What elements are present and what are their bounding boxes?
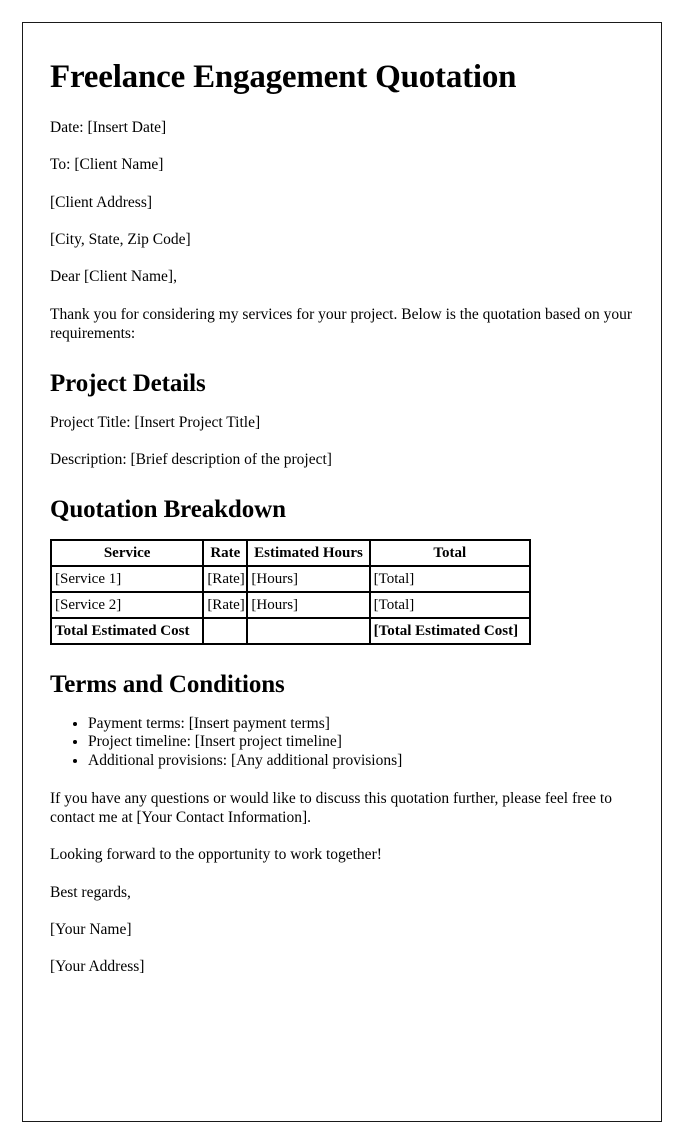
cell-total: [Total]	[369, 566, 530, 593]
section-heading-quotation-breakdown: Quotation Breakdown	[50, 495, 286, 523]
looking-forward-paragraph: Looking forward to the opportunity to wo…	[50, 846, 382, 864]
page-title: Freelance Engagement Quotation	[50, 59, 517, 95]
table-header-row: Service Rate Estimated Hours Total	[51, 540, 530, 567]
cell-total-estimated-cost-value: [Total Estimated Cost]	[369, 618, 530, 645]
cell-service: [Service 2]	[51, 592, 204, 619]
cell-service: [Service 1]	[51, 566, 204, 593]
signature-address-line: [Your Address]	[50, 958, 145, 976]
cell-total-estimated-cost-label: Total Estimated Cost	[51, 618, 204, 645]
terms-list: Payment terms: [Insert payment terms] Pr…	[50, 715, 632, 771]
cell-total: [Total]	[369, 592, 530, 619]
table-total-row: Total Estimated Cost [Total Estimated Co…	[51, 618, 530, 645]
date-line: Date: [Insert Date]	[50, 118, 167, 136]
table-row: [Service 1] [Rate] [Hours] [Total]	[51, 566, 530, 593]
client-address-line: [Client Address]	[50, 193, 153, 211]
cell-total-rate-empty	[203, 618, 248, 645]
cell-hours: [Hours]	[247, 592, 370, 619]
quotation-breakdown-table: Service Rate Estimated Hours Total [Serv…	[50, 539, 531, 646]
signature-name-line: [Your Name]	[50, 921, 132, 939]
column-header-service: Service	[51, 540, 204, 567]
column-header-total: Total	[369, 540, 530, 567]
column-header-rate: Rate	[203, 540, 248, 567]
cell-total-hours-empty	[247, 618, 370, 645]
project-title-line: Project Title: [Insert Project Title]	[50, 414, 261, 432]
recipient-line: To: [Client Name]	[50, 156, 164, 174]
sign-off-line: Best regards,	[50, 883, 131, 901]
cell-rate: [Rate]	[203, 592, 248, 619]
section-heading-project-details: Project Details	[50, 369, 206, 397]
contact-paragraph: If you have any questions or would like …	[50, 789, 612, 826]
list-item: Additional provisions: [Any additional p…	[88, 752, 632, 771]
list-item: Project timeline: [Insert project timeli…	[88, 733, 632, 752]
list-item: Payment terms: [Insert payment terms]	[88, 715, 632, 734]
intro-paragraph: Thank you for considering my services fo…	[50, 305, 632, 343]
document-body: Freelance Engagement Quotation Date: [In…	[50, 33, 632, 995]
project-description-line: Description: [Brief description of the p…	[50, 451, 332, 469]
cell-hours: [Hours]	[247, 566, 370, 593]
column-header-estimated-hours: Estimated Hours	[247, 540, 370, 567]
section-heading-terms-and-conditions: Terms and Conditions	[50, 671, 285, 699]
document-page-frame: Freelance Engagement Quotation Date: [In…	[22, 22, 662, 1122]
cell-rate: [Rate]	[203, 566, 248, 593]
client-city-state-zip-line: [City, State, Zip Code]	[50, 231, 191, 249]
salutation-line: Dear [Client Name],	[50, 268, 177, 286]
table-row: [Service 2] [Rate] [Hours] [Total]	[51, 592, 530, 619]
